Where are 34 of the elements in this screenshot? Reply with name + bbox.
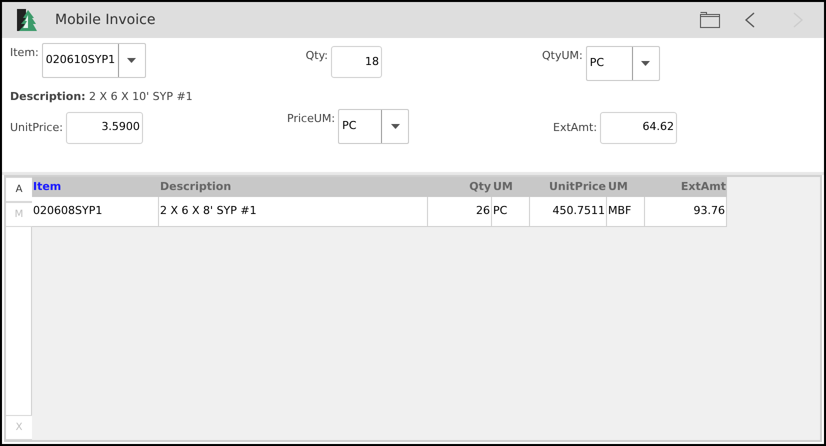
column-header[interactable]: ExtAmt [645, 177, 727, 197]
side-button[interactable]: A [6, 177, 32, 202]
column-header[interactable]: UM [492, 177, 530, 197]
table-cell: MBF [607, 197, 645, 226]
table-cell: 93.76 [645, 197, 727, 226]
input-field[interactable]: 3.5900 [66, 112, 143, 144]
dropdown-arrow-icon [390, 124, 400, 128]
field-label: Qty: [306, 48, 328, 64]
table-cell: 2 X 6 X 8' SYP #1 [159, 197, 428, 226]
unit-dropdown[interactable]: PC [586, 46, 660, 81]
dropdown-arrow-icon [641, 61, 650, 66]
dropdown-arrow-icon [127, 58, 136, 63]
column-header[interactable]: Description [159, 177, 428, 197]
description-text: Description: 2 X 6 X 10' SYP #1 [10, 90, 193, 103]
window-title: Mobile Invoice [55, 10, 156, 30]
table-cell: 020608SYP1 [32, 197, 159, 226]
column-header[interactable]: Qty [428, 177, 492, 197]
unit-dropdown[interactable]: PC [338, 108, 409, 144]
input-field[interactable]: 18 [331, 46, 382, 78]
field-label: QtyUM: [542, 48, 583, 64]
table-cell: 26 [428, 197, 492, 226]
item-dropdown[interactable]: 020610SYP1 [42, 43, 146, 78]
window-icon[interactable] [700, 12, 720, 28]
column-header[interactable]: Item [32, 177, 159, 197]
tree-logo-icon [17, 9, 39, 31]
field-label: PriceUM: [287, 110, 336, 126]
column-header[interactable]: UnitPrice [530, 177, 607, 197]
field-label: Item: [10, 45, 39, 61]
table-cell: PC [492, 197, 530, 226]
input-field[interactable]: 64.62 [600, 112, 678, 144]
table-cell: 450.7511 [530, 197, 607, 226]
field-label: UnitPrice: [10, 120, 63, 136]
column-header[interactable]: UM [607, 177, 645, 197]
field-label: ExtAmt: [553, 120, 598, 136]
